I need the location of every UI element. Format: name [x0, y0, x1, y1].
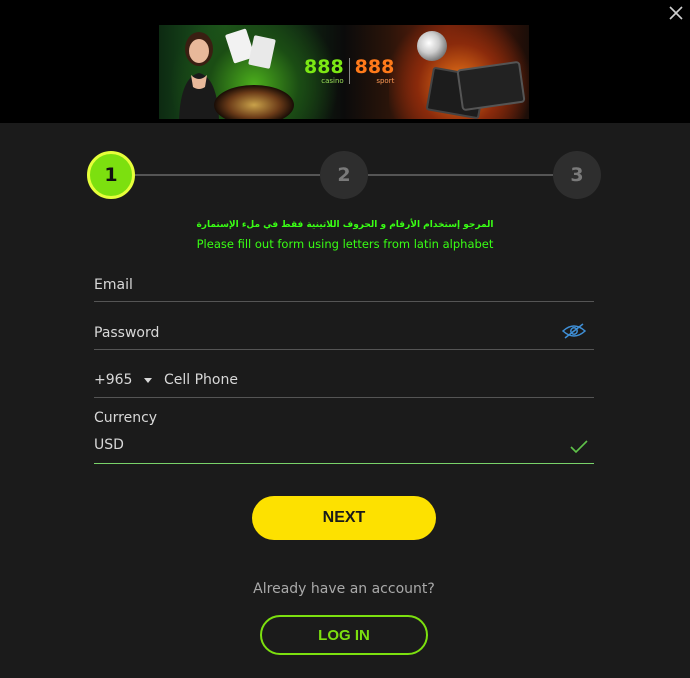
promo-banner: 888 casino 888 sport: [159, 25, 529, 119]
email-field[interactable]: Email: [94, 274, 594, 302]
email-label: Email: [94, 277, 133, 293]
logo-sport-sub: sport: [376, 77, 395, 85]
step-3: 3: [553, 151, 601, 199]
logo-casino-sub: casino: [321, 77, 344, 85]
football-image: [417, 31, 447, 61]
currency-value[interactable]: USD: [94, 437, 124, 453]
cell-phone-field[interactable]: +965 Cell Phone: [94, 370, 594, 398]
notice-arabic: المرجو إستخدام الأرقام و الحروف اللاتيني…: [196, 220, 494, 230]
notice-english: Please fill out form using letters from …: [196, 237, 494, 251]
close-button[interactable]: [662, 0, 690, 26]
logo-casino-number: 888: [304, 56, 344, 78]
stepper-connector: [135, 174, 320, 176]
chevron-down-icon[interactable]: [144, 378, 152, 383]
next-button[interactable]: NEXT: [252, 496, 436, 540]
checkmark-icon: [570, 440, 588, 454]
eye-hidden-icon[interactable]: [562, 322, 586, 340]
password-label: Password: [94, 325, 160, 341]
already-account-text: Already have an account?: [253, 581, 435, 597]
brand-logo: 888 casino 888 sport: [304, 58, 394, 88]
currency-select[interactable]: Currency USD: [94, 410, 594, 464]
logo-separator: [348, 58, 350, 84]
phone-image: [456, 60, 526, 112]
logo-sport-number: 888: [354, 56, 395, 78]
step-1: 1: [87, 151, 135, 199]
close-icon: [669, 6, 683, 20]
currency-label: Currency: [94, 410, 158, 426]
roulette-wheel-image: [214, 85, 294, 119]
login-button[interactable]: LOG IN: [260, 615, 428, 655]
stepper-connector: [368, 174, 553, 176]
country-code-select[interactable]: +965: [94, 372, 132, 388]
step-2: 2: [320, 151, 368, 199]
cell-phone-label: Cell Phone: [164, 372, 238, 388]
password-field[interactable]: Password: [94, 322, 594, 350]
